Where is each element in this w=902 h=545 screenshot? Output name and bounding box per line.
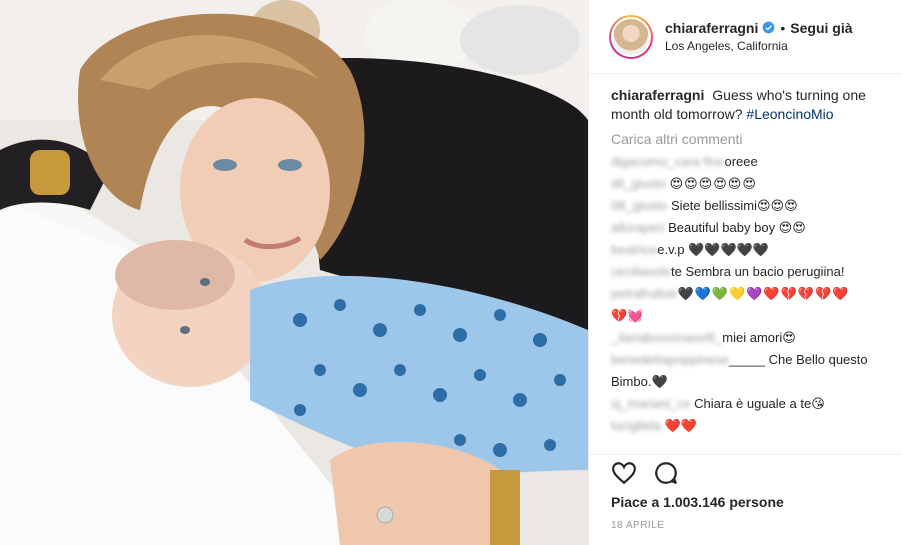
comments-section: chiaraferragni Guess who's turning one m… bbox=[589, 74, 902, 454]
comment-item: Bimbo.🖤 bbox=[611, 371, 883, 393]
avatar[interactable] bbox=[609, 14, 653, 59]
instagram-post: chiaraferragni • Segui già Los Angeles, … bbox=[0, 0, 902, 545]
comment-text: 😍😍😍😍😍😍 bbox=[669, 176, 757, 191]
comment-item: digacomo_cara finooreee bbox=[611, 151, 883, 173]
comment-item: _ilariabonomaselli_miei amori😍 bbox=[611, 327, 883, 349]
comment-item: 💔💓 bbox=[611, 305, 883, 327]
mother-baby-photo bbox=[0, 0, 588, 545]
comment-text: te Sembra un bacio perugiina! bbox=[670, 264, 845, 279]
comment-text: Beautiful baby boy 😍😍 bbox=[668, 220, 806, 235]
comment-item: dil_giusto 😍😍😍😍😍😍 bbox=[611, 173, 883, 195]
heart-outline-icon[interactable] bbox=[611, 460, 637, 486]
comment-item: petrafruttoir🖤💙💚💛💜❤️💔💔💔❤️ bbox=[611, 283, 883, 305]
comment-text: e.v.p 🖤🖤🖤🖤🖤 bbox=[657, 242, 770, 257]
post-date: 18 APRILE bbox=[611, 520, 665, 531]
comment-username[interactable]: 08_giusto bbox=[611, 198, 667, 213]
post-sidebar: chiaraferragni • Segui già Los Angeles, … bbox=[588, 0, 902, 545]
caption-hashtag[interactable]: #LeoncinoMio bbox=[746, 106, 833, 122]
comment-text: oreee bbox=[724, 154, 758, 169]
comment-username[interactable]: beatrice bbox=[611, 242, 657, 257]
comment-item: sj_mariani_cx Chiara è uguale a te😘 bbox=[611, 393, 883, 415]
comment-item: benedettapoppinese_____ Che Bello questo bbox=[611, 349, 883, 371]
comment-text: Siete bellissimi😍😍😍 bbox=[671, 198, 798, 213]
comment-text: miei amori😍 bbox=[722, 330, 796, 345]
comment-username[interactable]: benedettapoppinese bbox=[611, 352, 729, 367]
likes-count[interactable]: Piace a 1.003.146 persone bbox=[611, 494, 784, 510]
caption-username[interactable]: chiaraferragni bbox=[611, 87, 704, 103]
comment-text: 💔💓 bbox=[611, 308, 644, 323]
load-more-comments-link[interactable]: Carica altri commenti bbox=[611, 131, 883, 147]
post-header: chiaraferragni • Segui già Los Angeles, … bbox=[589, 0, 902, 74]
post-photo[interactable] bbox=[0, 0, 588, 545]
comment-item: ceciliasolote Sembra un bacio perugiina! bbox=[611, 261, 883, 283]
header-username[interactable]: chiaraferragni bbox=[665, 19, 758, 37]
comment-text: 🖤💙💚💛💜❤️💔💔💔❤️ bbox=[677, 286, 850, 301]
comment-item: lucigliela ❤️❤️ bbox=[611, 415, 883, 437]
comment-username[interactable]: ceciliasolo bbox=[611, 264, 671, 279]
comment-text: ❤️❤️ bbox=[664, 418, 697, 433]
location-link[interactable]: Los Angeles, California bbox=[665, 37, 853, 55]
comment-item: alloraperi Beautiful baby boy 😍😍 bbox=[611, 217, 883, 239]
following-button[interactable]: Segui già bbox=[790, 19, 852, 37]
comment-item: beatricee.v.p 🖤🖤🖤🖤🖤 bbox=[611, 239, 883, 261]
comment-username[interactable]: dil_giusto bbox=[611, 176, 666, 191]
comment-username[interactable]: digacomo_cara fino bbox=[611, 154, 724, 169]
comment-username[interactable]: _ilariabonomaselli_ bbox=[611, 330, 722, 345]
comment-item: 08_giusto Siete bellissimi😍😍😍 bbox=[611, 195, 883, 217]
post-actions bbox=[589, 454, 902, 490]
comment-username[interactable]: alloraperi bbox=[611, 220, 664, 235]
comment-bubble-icon[interactable] bbox=[653, 460, 679, 486]
comment-username[interactable]: lucigliela bbox=[611, 418, 661, 433]
separator-dot: • bbox=[780, 19, 786, 36]
verified-badge-icon bbox=[763, 21, 775, 34]
comment-text: Chiara è uguale a te😘 bbox=[694, 396, 825, 411]
comment-text: Bimbo.🖤 bbox=[611, 374, 668, 389]
post-caption: chiaraferragni Guess who's turning one m… bbox=[611, 86, 883, 124]
comment-username[interactable]: sj_mariani_cx bbox=[611, 396, 690, 411]
comment-text: _____ Che Bello questo bbox=[728, 352, 868, 367]
comment-username[interactable]: petrafruttoir bbox=[611, 286, 677, 301]
